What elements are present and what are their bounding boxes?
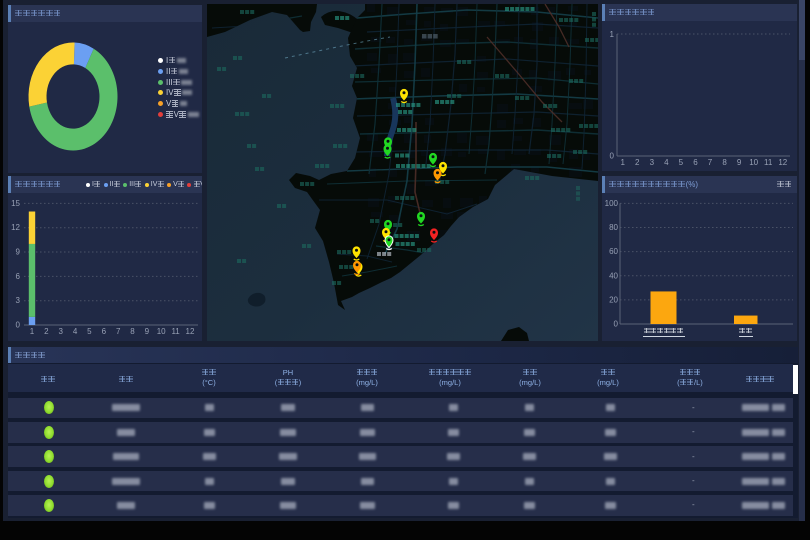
svg-text:100: 100 xyxy=(605,199,619,208)
svg-text:11: 11 xyxy=(764,158,773,167)
svg-text:7: 7 xyxy=(708,158,713,167)
svg-text:5: 5 xyxy=(87,327,92,336)
svg-text:3: 3 xyxy=(650,158,655,167)
svg-text:6: 6 xyxy=(693,158,698,167)
svg-text:9: 9 xyxy=(16,248,21,257)
svg-text:10: 10 xyxy=(157,327,166,336)
svg-text:3: 3 xyxy=(58,327,63,336)
svg-text:1: 1 xyxy=(620,158,625,167)
svg-text:0: 0 xyxy=(614,320,619,329)
svg-text:40: 40 xyxy=(609,271,618,280)
svg-text:1: 1 xyxy=(610,30,615,39)
svg-text:11: 11 xyxy=(171,327,180,336)
svg-text:6: 6 xyxy=(102,327,107,336)
svg-text:5: 5 xyxy=(679,158,684,167)
svg-text:9: 9 xyxy=(145,327,150,336)
svg-text:6: 6 xyxy=(16,272,21,281)
svg-text:15: 15 xyxy=(11,199,20,208)
svg-text:10: 10 xyxy=(749,158,758,167)
svg-text:4: 4 xyxy=(73,327,78,336)
svg-text:0: 0 xyxy=(610,152,615,161)
svg-text:2: 2 xyxy=(44,327,49,336)
svg-text:60: 60 xyxy=(609,247,618,256)
svg-text:8: 8 xyxy=(722,158,727,167)
svg-text:1: 1 xyxy=(30,327,35,336)
svg-text:12: 12 xyxy=(778,158,787,167)
svg-text:4: 4 xyxy=(664,158,669,167)
svg-text:8: 8 xyxy=(130,327,135,336)
svg-text:3: 3 xyxy=(16,296,21,305)
svg-text:7: 7 xyxy=(116,327,121,336)
svg-text:0: 0 xyxy=(16,321,21,330)
svg-text:12: 12 xyxy=(186,327,195,336)
svg-text:2: 2 xyxy=(635,158,640,167)
svg-text:20: 20 xyxy=(609,295,618,304)
svg-text:9: 9 xyxy=(737,158,742,167)
svg-text:80: 80 xyxy=(609,223,618,232)
svg-text:12: 12 xyxy=(11,223,20,232)
